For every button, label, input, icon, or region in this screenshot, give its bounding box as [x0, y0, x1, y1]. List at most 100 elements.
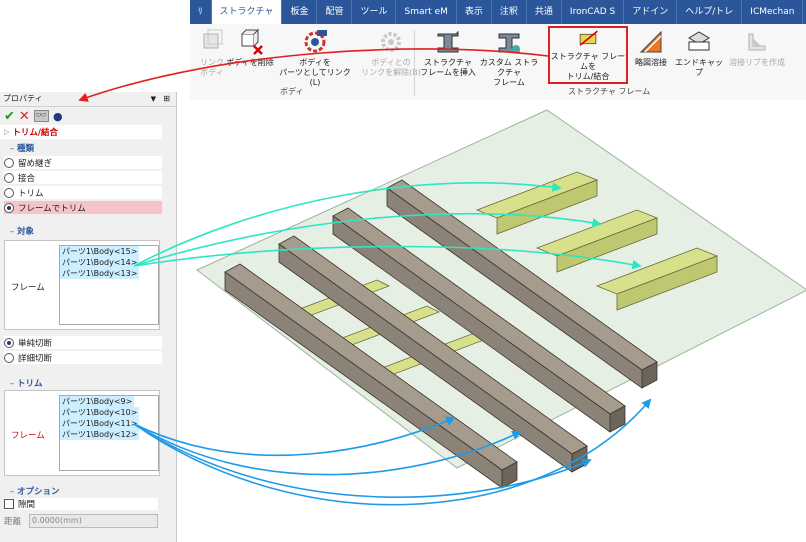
end-cap-label: エンドキャップ	[675, 58, 723, 77]
cancel-x-icon[interactable]: ✕	[19, 109, 30, 124]
ribbon-tab[interactable]: ICMechan	[742, 0, 804, 24]
trim-join-label: ストラクチャ フレームを トリム/結合	[550, 52, 626, 81]
cut-radio-label: 単純切断	[18, 338, 53, 349]
trim-frame-listbox[interactable]: パーツ1\Body<9> パーツ1\Body<10> パーツ1\Body<11> パー…	[59, 395, 159, 471]
ribbon-tab[interactable]: ヘルプ/トレ	[677, 0, 743, 24]
gap-label: 隙間	[18, 500, 36, 510]
option-section-heading: – オプション	[10, 487, 60, 497]
type-radio-option[interactable]: 接合	[4, 171, 162, 184]
radio-button[interactable]	[4, 202, 14, 213]
ribbon-tab[interactable]: 共通	[527, 0, 562, 24]
list-item[interactable]: パーツ1\Body<11>	[60, 418, 140, 429]
group-separator	[414, 30, 415, 96]
pin-icon[interactable]: ⊞	[163, 92, 170, 106]
target-section-heading: – 対象	[10, 227, 34, 237]
custom-frame-label: カスタム ストラクチャ フレーム	[479, 58, 539, 87]
trim-section-heading: – トリム	[10, 379, 43, 389]
end-cap-button[interactable]: エンドキャップ	[674, 28, 724, 78]
link-as-part-label: ボディを パーツとしてリンク(L)	[279, 58, 351, 87]
end-cap-icon	[688, 31, 710, 51]
ribbon-tab[interactable]: ツール	[352, 0, 397, 24]
type-section-heading: – 種類	[10, 144, 34, 154]
ribbon-tab[interactable]: 配管	[317, 0, 353, 24]
radio-button[interactable]	[4, 157, 14, 168]
unlink-body-label: ボディとの リンクを解除(B)	[361, 58, 421, 77]
delete-body-label: ボディを削除	[226, 58, 274, 67]
link-part-icon	[304, 30, 327, 53]
link-body-label: リンク ボディ	[200, 58, 224, 77]
type-radio-label: トリム	[18, 188, 44, 199]
ribbon-tab[interactable]: ﾘ	[190, 0, 212, 24]
3d-viewport[interactable]	[177, 100, 806, 542]
list-item[interactable]: パーツ1\Body<15>	[60, 246, 140, 257]
panel-header: トリム/結合	[12, 128, 58, 138]
type-radio-label: フレームでトリム	[18, 203, 86, 214]
list-item[interactable]: パーツ1\Body<10>	[60, 407, 140, 418]
ribbon-tabs: ﾘストラクチャ 板金 配管 ツール Smart eM 表示 注釈 共通 IronCAD S アドイ…	[190, 0, 806, 24]
list-item[interactable]: パーツ1\Body<12>	[60, 429, 140, 440]
insert-frame-button[interactable]: ストラクチャ フレームを挿入	[418, 28, 478, 78]
ok-check-icon[interactable]: ✔	[4, 109, 15, 124]
list-item[interactable]: パーツ1\Body<14>	[60, 257, 140, 268]
ribbon-tab[interactable]: IronCAD S	[562, 0, 625, 24]
list-item[interactable]: パーツ1\Body<13>	[60, 268, 140, 279]
weld-label: 略図溶接	[635, 58, 667, 67]
type-radio-option[interactable]: 留め継ぎ	[4, 156, 162, 169]
custom-beam-icon	[498, 33, 520, 53]
list-item[interactable]: パーツ1\Body<9>	[60, 396, 135, 407]
cut-radio-option[interactable]: 単純切断	[4, 336, 162, 349]
property-panel: プロパティ ▼ ⊞ ✔ ✕ 👓 ● ▷ トリム/結合 – 種類 留め継ぎ 接合 トリ…	[0, 92, 177, 542]
custom-frame-button[interactable]: カスタム ストラクチャ フレーム	[476, 28, 542, 88]
apply-dot-icon[interactable]: ●	[53, 110, 63, 123]
panel-toolbar: ✔ ✕ 👓 ●	[0, 107, 176, 125]
radio-button[interactable]	[4, 352, 14, 363]
group-label-frame: ストラクチャ フレーム	[568, 87, 651, 96]
type-radio-label: 接合	[18, 173, 36, 184]
weld-rib-label: 溶接リブを作成	[729, 58, 785, 67]
ribbon-tab[interactable]: ストラクチャ	[211, 0, 283, 24]
panel-menu-icon[interactable]: ▼	[151, 92, 156, 106]
panel-title: プロパティ	[3, 94, 43, 103]
panel-header-row: ▷ トリム/結合	[0, 125, 162, 139]
ribbon-tab[interactable]: アドイン	[624, 0, 678, 24]
cut-radio-label: 詳細切断	[18, 353, 53, 364]
weld-icon	[639, 30, 662, 53]
type-radio-option[interactable]: フレームでトリム	[4, 201, 162, 214]
gap-checkbox-row[interactable]: 隙間	[4, 498, 158, 510]
distance-input[interactable]: 0.0000(mm)	[29, 514, 158, 528]
ribbon-body: リンク ボディ ボディを削除 ボディを パーツとしてリンク(L) ボディとの リ…	[190, 24, 806, 101]
radio-button[interactable]	[4, 337, 14, 348]
ribbon-tab[interactable]: 注釈	[492, 0, 527, 24]
group-label-body: ボディ	[280, 87, 304, 96]
ribbon-tab[interactable]: 板金	[282, 0, 318, 24]
delete-body-icon	[241, 28, 263, 55]
link-as-part-button[interactable]: ボディを パーツとしてリンク(L)	[276, 28, 354, 88]
ribbon-tab[interactable]: Smart eM	[396, 0, 457, 24]
type-radio-label: 留め継ぎ	[18, 158, 53, 169]
radio-button[interactable]	[4, 172, 14, 183]
gap-checkbox[interactable]	[4, 499, 14, 509]
type-radio-option[interactable]: トリム	[4, 186, 162, 199]
radio-button[interactable]	[4, 187, 14, 198]
cut-radio-option[interactable]: 詳細切断	[4, 351, 162, 364]
trim-group-box: フレーム パーツ1\Body<9> パーツ1\Body<10> パーツ1\Body<…	[4, 390, 160, 476]
link-body-icon	[203, 29, 223, 49]
target-frame-label: フレーム	[11, 283, 45, 293]
weld-button[interactable]: 略図溶接	[630, 28, 672, 68]
distance-label: 距離	[4, 517, 22, 527]
insert-frame-label: ストラクチャ フレームを挿入	[420, 58, 476, 77]
cut-radio-group: 単純切断 詳細切断	[0, 336, 176, 366]
delete-body-button[interactable]: ボディを削除	[226, 28, 274, 68]
unlink-gear-icon	[381, 32, 401, 52]
trim-join-button[interactable]: ストラクチャ フレームを トリム/結合	[548, 26, 628, 84]
type-radio-group: 留め継ぎ接合トリムフレームでトリム	[0, 156, 176, 214]
collapse-arrow-icon[interactable]: ▷	[4, 128, 9, 136]
target-frame-listbox[interactable]: パーツ1\Body<15> パーツ1\Body<14> パーツ1\Body<13>	[59, 245, 159, 325]
unlink-body-button[interactable]: ボディとの リンクを解除(B)	[354, 28, 428, 78]
panel-title-bar: プロパティ ▼ ⊞	[0, 92, 176, 107]
ribbon-tab[interactable]: 表示	[457, 0, 492, 24]
preview-glasses-icon[interactable]: 👓	[33, 110, 50, 122]
weld-rib-button[interactable]: 溶接リブを作成	[728, 28, 786, 68]
distance-row: 距離 0.0000(mm)	[4, 514, 158, 528]
target-group-box: フレーム パーツ1\Body<15> パーツ1\Body<14> パーツ1\Body…	[4, 240, 160, 330]
